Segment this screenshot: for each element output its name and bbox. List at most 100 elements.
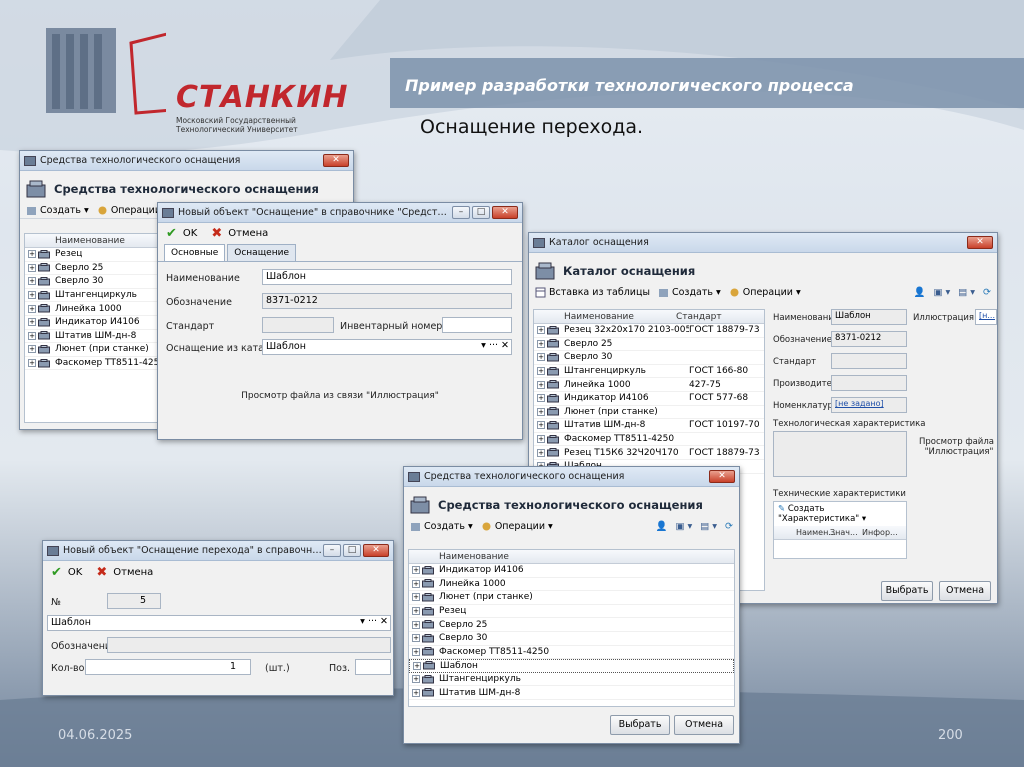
equipment-selection-window-titlebar[interactable]: Средства технологического оснащения ✕: [404, 467, 739, 487]
expand-icon[interactable]: +: [28, 331, 36, 340]
select-button[interactable]: Выбрать: [610, 715, 670, 735]
table-row[interactable]: + Штатив ШМ-дн-8 ГОСТ 10197-70: [534, 419, 764, 433]
table-row[interactable]: + Штатив ШМ-дн-8: [409, 686, 734, 700]
close-button[interactable]: ✕: [709, 470, 735, 483]
name-field[interactable]: Шаблон: [262, 269, 512, 285]
column-header-name[interactable]: Наименование: [409, 552, 509, 562]
select-button[interactable]: Выбрать: [881, 581, 933, 601]
table-row[interactable]: + Люнет (при станке): [534, 406, 764, 420]
position-field[interactable]: [355, 659, 391, 675]
operations-button[interactable]: Операции ▾: [729, 287, 801, 298]
inventory-field[interactable]: [442, 317, 512, 333]
cancel-button[interactable]: ✖ Отмена: [211, 226, 268, 241]
close-button[interactable]: ✕: [363, 544, 389, 557]
window-icon[interactable]: ▤ ▾: [700, 521, 717, 532]
designation-field[interactable]: 8371-0212: [831, 331, 907, 347]
expand-icon[interactable]: +: [412, 620, 420, 629]
table-row[interactable]: + Резец: [25, 248, 163, 262]
create-button[interactable]: Создать ▾: [410, 521, 473, 532]
table-row[interactable]: + Индикатор И4106: [409, 564, 734, 578]
column-header-value[interactable]: Знач...: [830, 528, 862, 537]
expand-icon[interactable]: +: [537, 380, 545, 389]
new-equipment-dialog-titlebar[interactable]: Новый объект "Оснащение" в справочнике "…: [158, 203, 522, 223]
expand-icon[interactable]: +: [412, 579, 420, 588]
column-header-name[interactable]: Наименование: [25, 236, 125, 246]
cancel-button[interactable]: Отмена: [939, 581, 991, 601]
create-characteristic-button[interactable]: ✎ Создать "Характеристика" ▾: [774, 502, 906, 526]
expand-icon[interactable]: +: [413, 661, 421, 670]
quantity-stepper[interactable]: 1: [85, 659, 251, 675]
manufacturer-field[interactable]: [831, 375, 907, 391]
table-row[interactable]: + Штангенциркуль: [409, 673, 734, 687]
window-icon[interactable]: ▤ ▾: [958, 287, 975, 298]
expand-icon[interactable]: +: [537, 421, 545, 430]
name-field[interactable]: Шаблон: [831, 309, 907, 325]
refresh-icon[interactable]: ⟳: [725, 521, 733, 532]
expand-icon[interactable]: +: [537, 353, 545, 362]
table-row[interactable]: + Линейка 1000 427-75: [534, 378, 764, 392]
expand-icon[interactable]: +: [28, 304, 36, 313]
number-stepper[interactable]: 5: [107, 593, 161, 609]
ok-button[interactable]: ✔ OK: [166, 226, 197, 241]
expand-icon[interactable]: +: [412, 566, 420, 575]
expand-icon[interactable]: +: [412, 675, 420, 684]
standard-field[interactable]: [831, 353, 907, 369]
expand-icon[interactable]: +: [412, 634, 420, 643]
cancel-button[interactable]: Отмена: [674, 715, 734, 735]
catalog-field[interactable]: Шаблон ▾ ··· ✕: [262, 339, 512, 355]
expand-icon[interactable]: +: [412, 688, 420, 697]
expand-icon[interactable]: +: [28, 263, 36, 272]
expand-icon[interactable]: +: [28, 345, 36, 354]
expand-icon[interactable]: +: [537, 394, 545, 403]
expand-icon[interactable]: +: [537, 407, 545, 416]
tab-main[interactable]: Основные: [164, 244, 226, 261]
table-row[interactable]: + Линейка 1000: [25, 302, 163, 316]
expand-icon[interactable]: +: [412, 647, 420, 656]
table-row[interactable]: + Сверло 30: [25, 275, 163, 289]
table-row[interactable]: + Индикатор И4106: [25, 316, 163, 330]
operations-button[interactable]: Операции ▾: [481, 521, 553, 532]
table-row[interactable]: + Резец: [409, 605, 734, 619]
table-row[interactable]: + Фаскомер ТТ8511-4250: [25, 357, 163, 371]
expand-icon[interactable]: +: [28, 291, 36, 300]
new-transition-equipment-dialog-titlebar[interactable]: Новый объект "Оснащение перехода" в спра…: [43, 541, 393, 561]
table-row[interactable]: + Сверло 30: [534, 351, 764, 365]
table-row[interactable]: + Сверло 25: [409, 618, 734, 632]
expand-icon[interactable]: +: [28, 359, 36, 368]
column-header-name[interactable]: Наименование: [534, 312, 676, 322]
table-row[interactable]: + Фаскомер ТТ8511-4250: [534, 433, 764, 447]
expand-icon[interactable]: +: [537, 435, 545, 444]
table-row[interactable]: + Индикатор И4106 ГОСТ 577-68: [534, 392, 764, 406]
refresh-icon[interactable]: ⟳: [983, 287, 991, 298]
table-row[interactable]: + Люнет (при станке): [25, 343, 163, 357]
user-icon[interactable]: 👤: [656, 521, 668, 532]
expand-icon[interactable]: +: [537, 367, 545, 376]
tech-char-field[interactable]: [773, 431, 907, 477]
minimize-button[interactable]: –: [452, 206, 470, 219]
nomenclature-link[interactable]: [не задано]: [831, 397, 907, 413]
view-icon[interactable]: ▣ ▾: [934, 287, 951, 298]
table-row[interactable]: + Люнет (при станке): [409, 591, 734, 605]
table-row[interactable]: + Сверло 30: [409, 632, 734, 646]
designation-field[interactable]: [107, 637, 391, 653]
expand-icon[interactable]: +: [412, 593, 420, 602]
table-row[interactable]: + Фаскомер ТТ8511-4250: [409, 646, 734, 660]
table-row[interactable]: + Резец 32x20x170 2103-0059 ГОСТ 18879-73: [534, 324, 764, 338]
close-button[interactable]: ✕: [492, 206, 518, 219]
table-row[interactable]: + Шаблон: [409, 659, 734, 673]
close-button[interactable]: ✕: [967, 236, 993, 249]
table-row[interactable]: + Сверло 25: [25, 262, 163, 276]
illustration-link[interactable]: [н...: [975, 309, 997, 325]
insert-from-table-button[interactable]: Вставка из таблицы: [535, 287, 650, 298]
expand-icon[interactable]: +: [412, 607, 420, 616]
catalog-window-titlebar[interactable]: Каталог оснащения ✕: [529, 233, 997, 253]
cancel-button[interactable]: ✖ Отмена: [96, 565, 153, 580]
expand-icon[interactable]: +: [28, 277, 36, 286]
column-header-info[interactable]: Инфор...: [862, 528, 898, 537]
user-icon[interactable]: 👤: [914, 287, 926, 298]
minimize-button[interactable]: –: [323, 544, 341, 557]
close-button[interactable]: ✕: [323, 154, 349, 167]
expand-icon[interactable]: +: [537, 339, 545, 348]
create-button[interactable]: Создать ▾: [26, 205, 89, 216]
maximize-button[interactable]: □: [343, 544, 361, 557]
